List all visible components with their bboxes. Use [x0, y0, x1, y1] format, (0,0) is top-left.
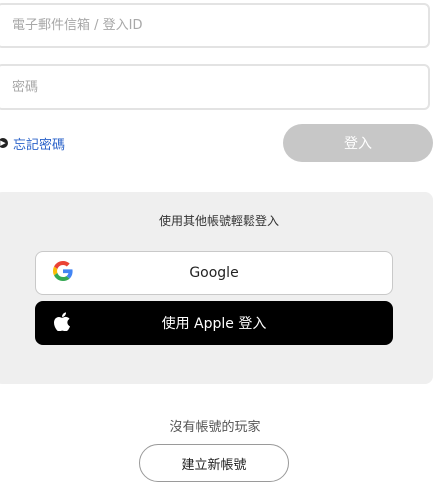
apple-login-button[interactable]: 使用 Apple 登入: [35, 301, 393, 345]
login-button[interactable]: 登入: [283, 124, 433, 162]
create-account-button[interactable]: 建立新帳號: [139, 444, 289, 482]
apple-login-label: 使用 Apple 登入: [161, 316, 267, 332]
email-input[interactable]: [12, 5, 412, 46]
google-icon: [53, 261, 73, 285]
email-field-container[interactable]: [0, 3, 430, 48]
create-account-label: 建立新帳號: [181, 457, 247, 473]
no-account-prompt: 沒有帳號的玩家: [169, 420, 261, 435]
password-input[interactable]: [12, 66, 412, 108]
forgot-password-link[interactable]: ▶ 忘記密碼: [0, 133, 65, 153]
apple-icon: [53, 311, 71, 335]
google-login-label: Google: [189, 265, 239, 281]
arrow-right-circle-icon: ▶: [0, 138, 8, 148]
social-login-title: 使用其他帳號輕鬆登入: [158, 214, 279, 228]
password-field-container[interactable]: [0, 64, 430, 110]
forgot-password-label: 忘記密碼: [13, 137, 66, 153]
login-button-label: 登入: [344, 136, 372, 152]
google-login-button[interactable]: Google: [35, 251, 393, 295]
